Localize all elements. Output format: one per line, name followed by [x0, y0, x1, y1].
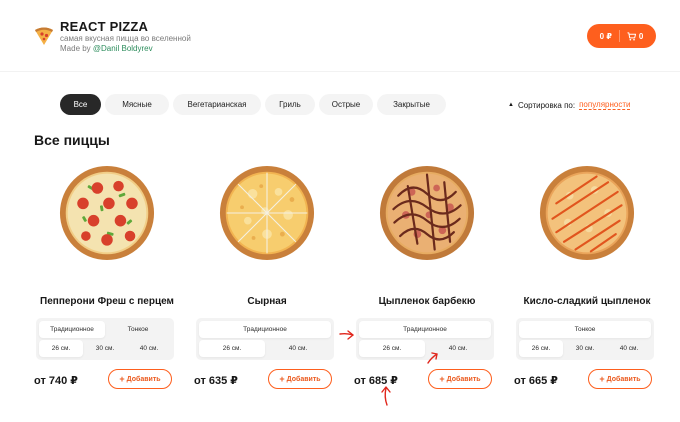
pizza-image[interactable] — [59, 165, 155, 261]
cart-divider — [618, 30, 620, 42]
plus-icon: + — [599, 374, 605, 384]
category-all[interactable]: Все — [60, 94, 101, 115]
category-list: Все Мясные Вегетарианская Гриль Острые З… — [60, 94, 446, 115]
add-button-label: Добавить — [286, 375, 321, 383]
pizza-card: Цыпленок барбекю Традиционное 26 см. 40 … — [352, 165, 502, 389]
pizza-slice-icon[interactable] — [34, 26, 54, 46]
size-selector: 26 см. 30 см. 40 см. — [519, 340, 651, 357]
cart-total: 0 ₽ — [599, 31, 612, 41]
add-button-label: Добавить — [126, 375, 161, 383]
annotation-arrow-icon — [381, 386, 391, 406]
pizza-name: Пепперони Фреш с перцем — [40, 296, 174, 307]
add-to-cart-button[interactable]: + Добавить — [268, 369, 332, 389]
dough-type-selector: Тонкое — [519, 321, 651, 338]
pizza-options: Традиционное 26 см. 40 см. — [196, 318, 334, 360]
header: REACT PIZZA самая вкусная пицца во вселе… — [0, 0, 680, 72]
pizza-card: Кисло-сладкий цыпленок Тонкое 26 см. 30 … — [512, 165, 662, 389]
dough-type-option[interactable]: Традиционное — [199, 321, 331, 338]
dough-type-option[interactable]: Традиционное — [359, 321, 491, 338]
sort-label: Сортировка по: — [517, 100, 576, 110]
sort-arrow-icon: ▲ — [508, 102, 514, 108]
category-meat[interactable]: Мясные — [105, 94, 169, 115]
pizza-card: Пепперони Фреш с перцем Традиционное Тон… — [32, 165, 182, 389]
dough-type-option[interactable]: Тонкое — [105, 321, 171, 338]
category-vegetarian[interactable]: Вегетарианская — [173, 94, 261, 115]
annotation-arrow-icon — [427, 352, 438, 364]
pizza-price: от 635 ₽ — [194, 375, 238, 387]
size-option[interactable]: 26 см. — [39, 340, 83, 357]
pizza-image[interactable] — [539, 165, 635, 261]
annotation-arrow-icon — [339, 330, 354, 340]
size-option[interactable]: 40 см. — [607, 340, 651, 357]
made-by: Made by @Danil Boldyrev — [60, 44, 153, 53]
size-option[interactable]: 30 см. — [83, 340, 127, 357]
cart-button[interactable]: 0 ₽ 0 — [587, 24, 656, 48]
app-title[interactable]: REACT PIZZA — [60, 19, 148, 34]
pizza-name: Сырная — [247, 296, 287, 307]
pizza-price: от 740 ₽ — [34, 375, 78, 387]
size-option[interactable]: 26 см. — [359, 340, 425, 357]
made-by-prefix: Made by — [60, 44, 93, 53]
app-subtitle: самая вкусная пицца во вселенной — [60, 34, 191, 43]
dough-type-selector: Традиционное — [359, 321, 491, 338]
dough-type-option[interactable]: Традиционное — [39, 321, 105, 338]
size-option[interactable]: 40 см. — [265, 340, 331, 357]
size-option[interactable]: 40 см. — [127, 340, 171, 357]
pizza-card: Сырная Традиционное 26 см. 40 см. от 635… — [192, 165, 342, 389]
pizza-price: от 665 ₽ — [514, 375, 558, 387]
plus-icon: + — [439, 374, 445, 384]
size-option[interactable]: 26 см. — [199, 340, 265, 357]
plus-icon: + — [119, 374, 125, 384]
add-button-label: Добавить — [606, 375, 641, 383]
pizza-image[interactable] — [219, 165, 315, 261]
pizza-name: Цыпленок барбекю — [378, 296, 476, 307]
add-to-cart-button[interactable]: + Добавить — [428, 369, 492, 389]
category-closed[interactable]: Закрытые — [377, 94, 446, 115]
pizza-options: Традиционное Тонкое 26 см. 30 см. 40 см. — [36, 318, 174, 360]
add-to-cart-button[interactable]: + Добавить — [588, 369, 652, 389]
cart-count: 0 — [638, 31, 644, 41]
category-grill[interactable]: Гриль — [265, 94, 315, 115]
category-spicy[interactable]: Острые — [319, 94, 373, 115]
pizza-name: Кисло-сладкий цыпленок — [523, 296, 651, 307]
plus-icon: + — [279, 374, 285, 384]
size-selector: 26 см. 40 см. — [199, 340, 331, 357]
cart-icon — [627, 31, 636, 41]
size-option[interactable]: 30 см. — [563, 340, 607, 357]
add-button-label: Добавить — [446, 375, 481, 383]
author-link[interactable]: @Danil Boldyrev — [93, 44, 153, 53]
pizza-image[interactable] — [379, 165, 475, 261]
add-to-cart-button[interactable]: + Добавить — [108, 369, 172, 389]
pizza-options: Тонкое 26 см. 30 см. 40 см. — [516, 318, 654, 360]
section-title: Все пиццы — [34, 132, 110, 148]
sort-value[interactable]: популярности — [579, 100, 631, 110]
sort: ▲ Сортировка по: популярности — [508, 100, 631, 110]
dough-type-option[interactable]: Тонкое — [519, 321, 651, 338]
dough-type-selector: Традиционное Тонкое — [39, 321, 171, 338]
size-option[interactable]: 26 см. — [519, 340, 563, 357]
size-selector: 26 см. 30 см. 40 см. — [39, 340, 171, 357]
dough-type-selector: Традиционное — [199, 321, 331, 338]
